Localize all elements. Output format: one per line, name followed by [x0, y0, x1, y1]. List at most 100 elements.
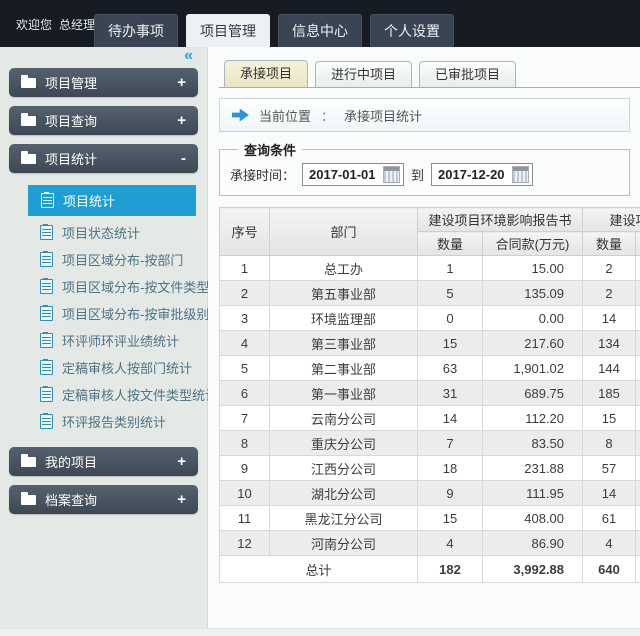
folder-icon	[21, 495, 36, 505]
sidebar-item-label: 项目状态统计	[62, 223, 140, 242]
sidebar-section-label: 项目管理	[45, 73, 97, 92]
document-icon	[40, 225, 53, 240]
table-row: 3环境监理部00.0014	[220, 306, 640, 331]
main-layout: « 项目管理+项目查询+项目统计-项目统计项目状态统计项目区域分布-按部门项目区…	[0, 47, 640, 636]
cell-dept: 江西分公司	[270, 456, 418, 481]
cell-clipped	[636, 256, 640, 281]
sidebar-collapse-icon[interactable]: «	[184, 48, 193, 64]
top-tab[interactable]: 项目管理	[186, 14, 270, 47]
sidebar-accordion: 项目管理+项目查询+项目统计-项目统计项目状态统计项目区域分布-按部门项目区域分…	[0, 68, 207, 514]
plus-icon: +	[177, 455, 186, 469]
cell-clipped	[636, 506, 640, 531]
sidebar-submenu: 项目统计项目状态统计项目区域分布-按部门项目区域分布-按文件类型项目区域分布-按…	[0, 182, 207, 443]
cell-clipped	[636, 406, 640, 431]
sidebar-section-label: 我的项目	[45, 452, 97, 471]
sidebar-item-label: 环评师环评业绩统计	[62, 331, 179, 350]
cell-amount1: 135.09	[483, 281, 583, 306]
cell-no: 7	[220, 406, 270, 431]
table-row: 7云南分公司14112.2015	[220, 406, 640, 431]
cell-dept: 黑龙江分公司	[270, 506, 418, 531]
sidebar-section-header[interactable]: 我的项目 +	[9, 447, 198, 476]
cell-no: 8	[220, 431, 270, 456]
breadcrumb-separator: ：	[321, 106, 334, 125]
cell-amount1: 408.00	[483, 506, 583, 531]
cell-amount1: 0.00	[483, 306, 583, 331]
cell-no: 3	[220, 306, 270, 331]
table-row: 6第一事业部31689.75185	[220, 381, 640, 406]
col-header-clipped	[636, 232, 640, 256]
cell-clipped	[636, 356, 640, 381]
sidebar-section-header[interactable]: 档案查询+	[9, 485, 198, 514]
total-label: 总计	[220, 556, 418, 583]
calendar-icon[interactable]	[383, 166, 400, 183]
cell-amount1: 112.20	[483, 406, 583, 431]
cell-qty1: 18	[418, 456, 483, 481]
calendar-icon[interactable]	[512, 166, 529, 183]
cell-dept: 云南分公司	[270, 406, 418, 431]
content-tab[interactable]: 承接项目	[224, 60, 308, 87]
cell-amount1: 15.00	[483, 256, 583, 281]
minus-icon: -	[181, 152, 186, 166]
date-to-box	[431, 163, 533, 186]
cell-dept: 第二事业部	[270, 356, 418, 381]
table-row: 1总工办115.002	[220, 256, 640, 281]
sidebar-item[interactable]: 定稿审核人按文件类型统计	[0, 381, 207, 408]
content-tab[interactable]: 已审批项目	[419, 61, 516, 87]
cell-no: 4	[220, 331, 270, 356]
top-bar: 欢迎您 总经理 退出 待办事项项目管理信息中心个人设置	[0, 0, 640, 47]
query-conditions-fieldset: 查询条件 承接时间： 到	[219, 140, 630, 196]
plus-icon: +	[177, 76, 186, 90]
cell-no: 2	[220, 281, 270, 306]
cell-dept: 河南分公司	[270, 531, 418, 556]
content-tab[interactable]: 进行中项目	[315, 61, 412, 87]
col-header-qty1: 数量	[418, 232, 483, 256]
document-icon	[41, 193, 54, 208]
date-from-input[interactable]	[309, 167, 381, 182]
folder-icon	[21, 116, 36, 126]
group-header-report-form: 建设项目环境影响报告表	[583, 208, 640, 232]
table-row: 4第三事业部15217.60134	[220, 331, 640, 356]
sidebar-section-header[interactable]: 项目统计-	[9, 144, 198, 173]
cell-qty2: 8	[583, 431, 636, 456]
cell-qty2: 15	[583, 406, 636, 431]
top-tab[interactable]: 个人设置	[370, 14, 454, 47]
cell-clipped	[636, 306, 640, 331]
query-row: 承接时间： 到	[230, 163, 619, 186]
top-tab[interactable]: 信息中心	[278, 14, 362, 47]
cell-qty2: 134	[583, 331, 636, 356]
date-to-input[interactable]	[438, 167, 510, 182]
sidebar-item[interactable]: 环评师环评业绩统计	[0, 327, 207, 354]
cell-qty1: 63	[418, 356, 483, 381]
cell-amount1: 111.95	[483, 481, 583, 506]
sidebar-item-label: 项目区域分布-按审批级别	[62, 304, 209, 323]
sidebar-section-header[interactable]: 项目管理 +	[9, 68, 198, 97]
table-row: 12河南分公司486.904	[220, 531, 640, 556]
sidebar-item[interactable]: 项目区域分布-按文件类型	[0, 273, 207, 300]
to-label: 到	[411, 165, 424, 184]
sidebar-item[interactable]: 项目统计	[28, 185, 196, 216]
breadcrumb-prefix: 当前位置	[259, 106, 311, 125]
sidebar-section-header[interactable]: 项目查询+	[9, 106, 198, 135]
cell-no: 5	[220, 356, 270, 381]
sidebar-item[interactable]: 定稿审核人按部门统计	[0, 354, 207, 381]
cell-clipped	[636, 381, 640, 406]
cell-no: 1	[220, 256, 270, 281]
sidebar-item[interactable]: 项目状态统计	[0, 219, 207, 246]
sidebar-item-label: 项目统计	[63, 191, 115, 210]
top-tab[interactable]: 待办事项	[94, 14, 178, 47]
document-icon	[40, 387, 53, 402]
sidebar-item-label: 项目区域分布-按部门	[62, 250, 183, 269]
table-row: 9江西分公司18231.8857	[220, 456, 640, 481]
top-tabs: 待办事项项目管理信息中心个人设置	[94, 14, 454, 47]
document-icon	[40, 360, 53, 375]
col-header-dept: 部门	[270, 208, 418, 256]
cell-clipped	[636, 481, 640, 506]
sidebar-item[interactable]: 项目区域分布-按审批级别	[0, 300, 207, 327]
cell-dept: 环境监理部	[270, 306, 418, 331]
cell-no: 11	[220, 506, 270, 531]
cell-dept: 第一事业部	[270, 381, 418, 406]
sidebar-item-label: 环评报告类别统计	[62, 412, 166, 431]
sidebar-item[interactable]: 项目区域分布-按部门	[0, 246, 207, 273]
sidebar-item[interactable]: 环评报告类别统计	[0, 408, 207, 435]
cell-qty2: 4	[583, 531, 636, 556]
